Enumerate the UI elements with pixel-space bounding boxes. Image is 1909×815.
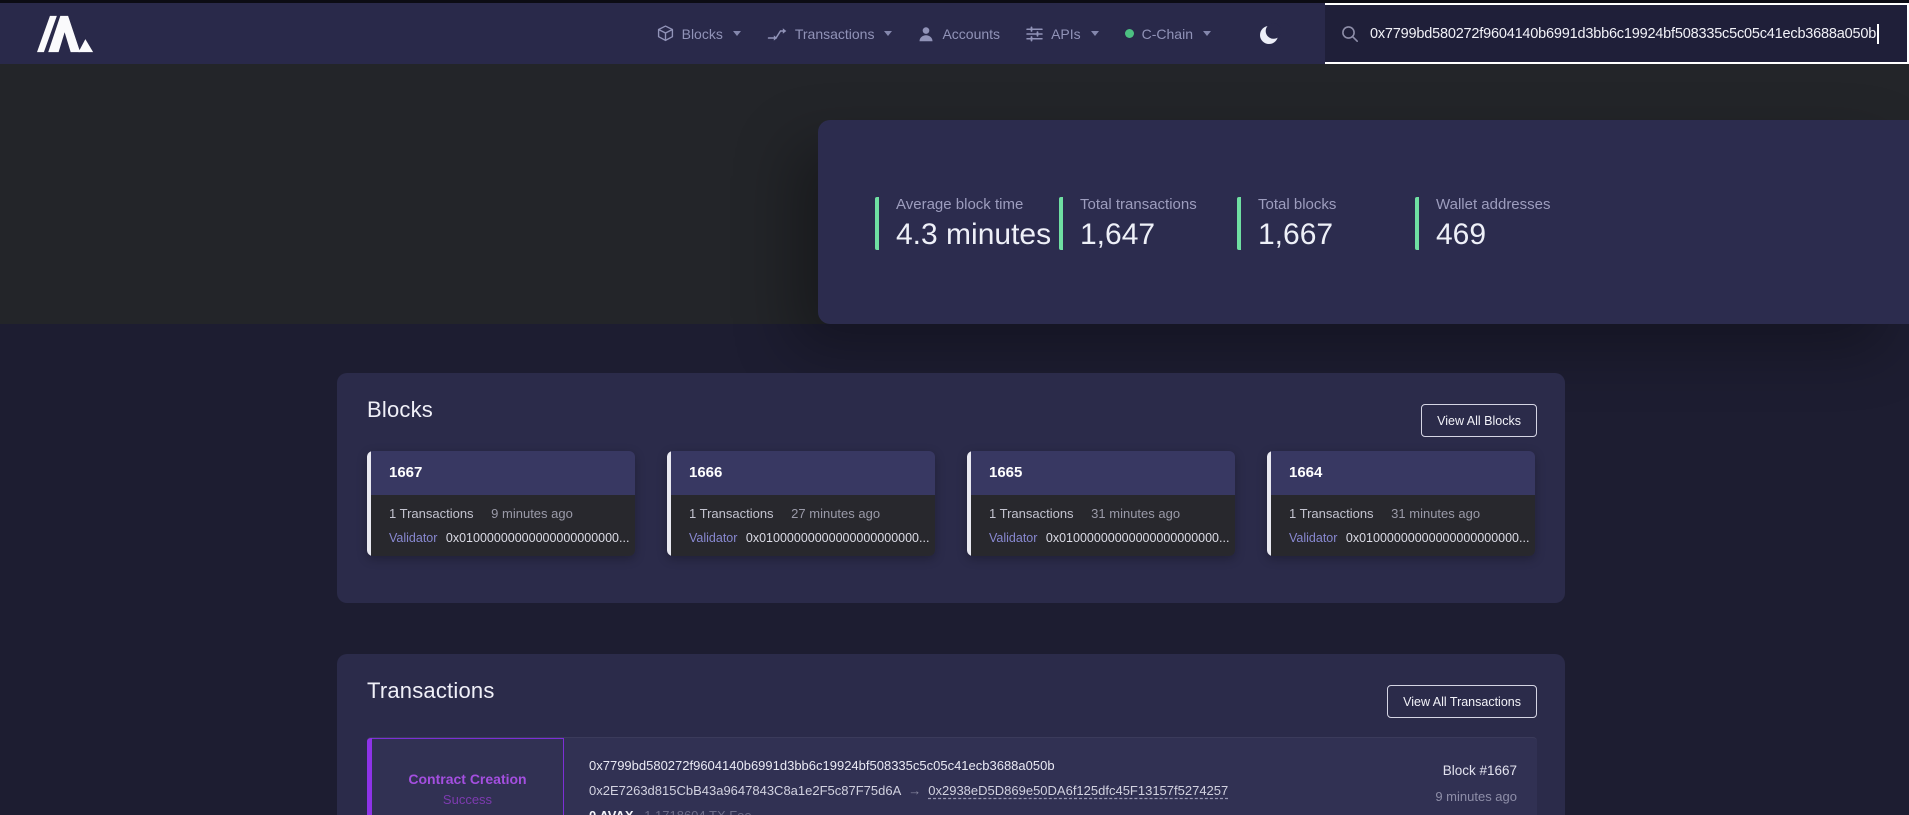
- nav-label: C-Chain: [1142, 26, 1193, 42]
- validator-label: Validator: [689, 531, 737, 545]
- search-bar[interactable]: 0x7799bd580272f9604140b6991d3bb6c19924bf…: [1325, 3, 1909, 64]
- block-card-1667[interactable]: 1667 1 Transactions 9 minutes ago Valida…: [367, 451, 635, 556]
- nav-label: Accounts: [942, 26, 1000, 42]
- stat-label: Average block time: [896, 197, 1051, 212]
- block-age: 31 minutes ago: [1391, 506, 1480, 521]
- block-details: 1 Transactions 9 minutes ago Validator 0…: [371, 495, 635, 556]
- block-number[interactable]: 1665: [971, 451, 1235, 495]
- block-details: 1 Transactions 27 minutes ago Validator …: [671, 495, 935, 556]
- stat-label: Total blocks: [1258, 197, 1336, 212]
- validator-label: Validator: [989, 531, 1037, 545]
- validator-address[interactable]: 0x01000000000000000000000...: [446, 531, 630, 545]
- blocks-section: Blocks View All Blocks 1667 1 Transactio…: [337, 373, 1565, 603]
- block-card-1666[interactable]: 1666 1 Transactions 27 minutes ago Valid…: [667, 451, 935, 556]
- stat-value: 1,667: [1258, 220, 1336, 250]
- transaction-age: 9 minutes ago: [1435, 789, 1517, 804]
- validator-label: Validator: [389, 531, 437, 545]
- block-tx-count: 1 Transactions: [389, 506, 474, 521]
- block-card-1665[interactable]: 1665 1 Transactions 31 minutes ago Valid…: [967, 451, 1235, 556]
- block-age: 9 minutes ago: [491, 506, 573, 521]
- chevron-down-icon: [1091, 31, 1099, 36]
- block-tx-count: 1 Transactions: [989, 506, 1074, 521]
- view-all-transactions-button[interactable]: View All Transactions: [1387, 685, 1537, 718]
- block-number[interactable]: 1664: [1271, 451, 1535, 495]
- nav-item-transactions[interactable]: Transactions: [767, 26, 893, 42]
- sliders-icon: [1026, 26, 1043, 42]
- validator-label: Validator: [1289, 531, 1337, 545]
- transaction-type: Contract Creation: [408, 771, 526, 787]
- block-card-1664[interactable]: 1664 1 Transactions 31 minutes ago Valid…: [1267, 451, 1535, 556]
- nav-label: APIs: [1051, 26, 1081, 42]
- stat-total-blocks: Total blocks 1,667: [1237, 197, 1336, 250]
- validator-address[interactable]: 0x01000000000000000000000...: [746, 531, 930, 545]
- top-navbar: Blocks Transactions Accounts APIs C: [0, 0, 1909, 64]
- validator-address[interactable]: 0x01000000000000000000000...: [1046, 531, 1230, 545]
- stat-label: Wallet addresses: [1436, 197, 1551, 212]
- view-all-blocks-button[interactable]: View All Blocks: [1421, 404, 1537, 437]
- from-address[interactable]: 0x2E7263d815CbB43a9647843C8a1e2F5c87F75d…: [589, 783, 901, 798]
- stat-wallet-addresses: Wallet addresses 469: [1415, 197, 1551, 250]
- transaction-meta: Block #1667 9 minutes ago: [1435, 738, 1537, 815]
- block-details: 1 Transactions 31 minutes ago Validator …: [971, 495, 1235, 556]
- nav-item-apis[interactable]: APIs: [1026, 26, 1099, 42]
- nav-item-c-chain[interactable]: C-Chain: [1125, 26, 1211, 42]
- stat-value: 1,647: [1080, 220, 1197, 250]
- network-stats-card: Average block time 4.3 minutes Total tra…: [818, 120, 1909, 324]
- transaction-row[interactable]: Contract Creation Success 0x7799bd580272…: [367, 737, 1537, 815]
- nav-menu: Blocks Transactions Accounts APIs C: [657, 3, 1909, 64]
- stat-total-transactions: Total transactions 1,647: [1059, 197, 1197, 250]
- block-number[interactable]: 1666: [671, 451, 935, 495]
- block-number[interactable]: 1667: [371, 451, 635, 495]
- block-age: 31 minutes ago: [1091, 506, 1180, 521]
- chevron-down-icon: [1203, 31, 1211, 36]
- search-input[interactable]: 0x7799bd580272f9604140b6991d3bb6c19924bf…: [1370, 26, 1876, 42]
- stat-value: 4.3 minutes: [896, 220, 1051, 250]
- transaction-fee: 1.1718604 TX Fee: [644, 808, 751, 815]
- nav-item-accounts[interactable]: Accounts: [918, 26, 1000, 42]
- validator-address[interactable]: 0x01000000000000000000000...: [1346, 531, 1530, 545]
- chevron-down-icon: [884, 31, 892, 36]
- arrow-right-icon: →: [901, 783, 928, 798]
- nav-label: Transactions: [795, 26, 875, 42]
- block-details: 1 Transactions 31 minutes ago Validator …: [1271, 495, 1535, 556]
- text-cursor: [1877, 24, 1879, 44]
- blocks-section-title: Blocks: [367, 397, 433, 423]
- transaction-amount: 0 AVAX: [589, 808, 634, 815]
- hero-background: Average block time 4.3 minutes Total tra…: [0, 64, 1909, 324]
- stat-value: 469: [1436, 220, 1551, 250]
- block-age: 27 minutes ago: [791, 506, 880, 521]
- transaction-hash[interactable]: 0x7799bd580272f9604140b6991d3bb6c19924bf…: [589, 758, 1228, 773]
- transaction-block-ref[interactable]: Block #1667: [1435, 763, 1517, 778]
- nav-item-blocks[interactable]: Blocks: [657, 25, 741, 42]
- search-icon: [1341, 25, 1359, 43]
- green-status-dot: [1125, 29, 1134, 38]
- transfer-arrows-icon: [767, 26, 787, 42]
- logo-peak: [78, 39, 93, 52]
- cube-icon: [657, 25, 674, 42]
- nav-label: Blocks: [682, 26, 723, 42]
- transaction-type-badge: Contract Creation Success: [372, 738, 564, 815]
- avalanche-logo[interactable]: [37, 14, 94, 54]
- stat-average-block-time: Average block time 4.3 minutes: [875, 197, 1051, 250]
- dark-mode-toggle[interactable]: [1259, 23, 1281, 45]
- person-icon: [918, 26, 934, 42]
- stat-label: Total transactions: [1080, 197, 1197, 212]
- transaction-status: Success: [443, 792, 492, 807]
- transaction-details: 0x7799bd580272f9604140b6991d3bb6c19924bf…: [564, 738, 1228, 815]
- transactions-section-title: Transactions: [367, 678, 495, 704]
- transactions-section: Transactions View All Transactions Contr…: [337, 654, 1565, 815]
- moon-icon: [1259, 23, 1281, 45]
- to-address[interactable]: 0x2938eD5D869e50DA6f125dfc45F13157f52742…: [928, 783, 1228, 798]
- chevron-down-icon: [733, 31, 741, 36]
- block-tx-count: 1 Transactions: [689, 506, 774, 521]
- block-tx-count: 1 Transactions: [1289, 506, 1374, 521]
